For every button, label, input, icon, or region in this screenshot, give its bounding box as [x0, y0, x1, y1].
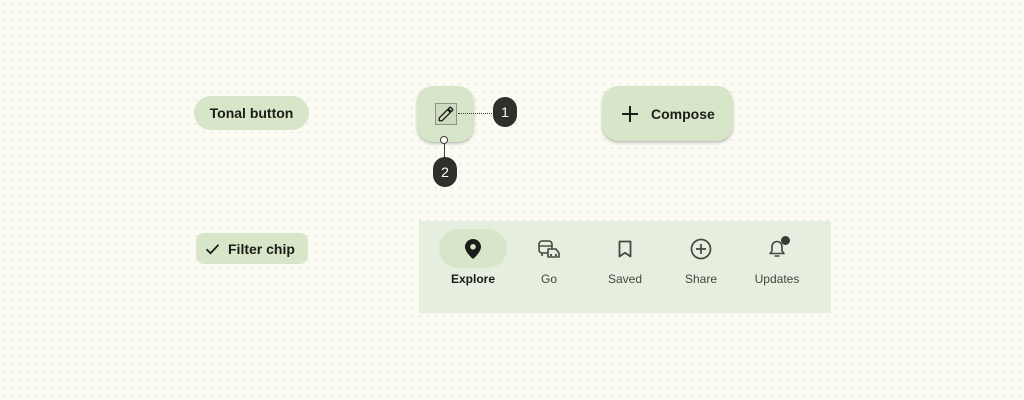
pencil-icon	[438, 106, 453, 122]
compose-label: Compose	[651, 105, 715, 122]
add-circle-icon	[690, 238, 712, 259]
nav-item-explore[interactable]: Explore	[439, 221, 515, 313]
nav-item-share[interactable]: Share	[667, 221, 743, 313]
nav-label-share: Share	[684, 272, 718, 286]
callout-number: 1	[501, 104, 509, 120]
nav-item-go[interactable]: Go	[515, 221, 591, 313]
nav-item-saved[interactable]: Saved	[591, 221, 667, 313]
tonal-button[interactable]: Tonal button	[194, 96, 309, 130]
callout-leader-line-1	[458, 113, 494, 114]
nav-label-saved: Saved	[607, 272, 643, 286]
notification-badge	[781, 236, 790, 245]
check-icon	[205, 243, 220, 254]
filter-chip-label: Filter chip	[228, 240, 295, 257]
callout-number: 2	[441, 164, 449, 180]
nav-label-go: Go	[540, 272, 557, 286]
nav-label-explore: Explore	[450, 272, 495, 286]
filter-chip[interactable]: Filter chip	[196, 233, 308, 264]
edit-fab[interactable]	[417, 86, 474, 142]
bookmark-icon	[618, 240, 632, 257]
tonal-button-label: Tonal button	[209, 105, 294, 121]
active-indicator	[439, 229, 507, 268]
location-pin-icon	[465, 238, 481, 259]
nav-label-updates: Updates	[754, 272, 800, 286]
callout-marker-1: 1	[493, 97, 517, 127]
callout-anchor-dot	[440, 136, 448, 144]
callout-marker-2: 2	[433, 157, 457, 187]
navigation-bar: Explore Go Saved Share Updates	[419, 221, 831, 313]
plus-icon	[622, 105, 638, 122]
commute-icon	[538, 239, 560, 258]
nav-item-updates[interactable]: Updates	[743, 221, 819, 313]
compose-fab[interactable]: Compose	[602, 86, 733, 141]
icon-bounding-box	[434, 103, 457, 125]
